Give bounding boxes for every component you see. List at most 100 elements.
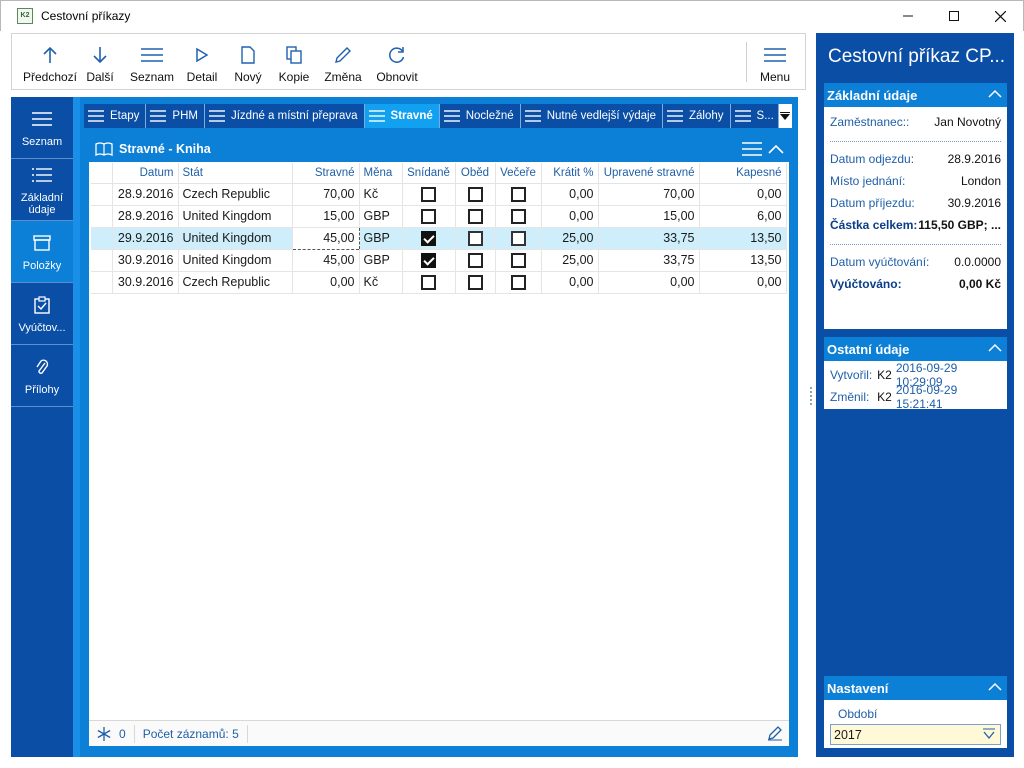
- tab-zalohy[interactable]: Zálohy: [663, 104, 731, 128]
- nav-item-items[interactable]: Položky: [11, 221, 73, 283]
- cell-mena[interactable]: GBP: [359, 227, 403, 250]
- cell-snidane[interactable]: [402, 271, 456, 294]
- cell-upravene[interactable]: 33,75: [598, 227, 700, 250]
- panel-splitter[interactable]: [806, 97, 816, 757]
- cell-vecere[interactable]: [495, 227, 542, 250]
- cell-stat[interactable]: Czech Republic: [178, 183, 293, 206]
- detail-button[interactable]: Detail: [183, 34, 221, 89]
- chevron-up-icon[interactable]: [987, 87, 1003, 101]
- cell-stat[interactable]: Czech Republic: [178, 271, 293, 294]
- column-header-snidane[interactable]: Snídaně: [402, 163, 456, 184]
- table-row[interactable]: 28.9.2016 United Kingdom 15,00 GBP 0,00 …: [91, 205, 787, 228]
- cell-snidane[interactable]: [402, 227, 456, 250]
- copy-button[interactable]: Kopie: [275, 34, 313, 89]
- panel-menu-button[interactable]: [741, 138, 763, 160]
- column-header-stat[interactable]: Stát: [178, 163, 293, 184]
- previous-button[interactable]: Předchozí: [23, 34, 77, 89]
- tab-etapy[interactable]: Etapy: [84, 104, 147, 128]
- row-indicator[interactable]: [91, 249, 113, 272]
- cell-obed[interactable]: [455, 227, 496, 250]
- cell-datum[interactable]: 28.9.2016: [112, 183, 179, 206]
- filter-indicator[interactable]: 0: [89, 724, 135, 743]
- maximize-button[interactable]: [931, 1, 977, 31]
- cell-kratit[interactable]: 25,00: [541, 249, 599, 272]
- cell-kratit[interactable]: 0,00: [541, 271, 599, 294]
- cell-snidane[interactable]: [402, 205, 456, 228]
- column-header-stravne[interactable]: Stravné: [292, 163, 360, 184]
- cell-datum[interactable]: 28.9.2016: [112, 205, 179, 228]
- cell-upravene[interactable]: 15,00: [598, 205, 700, 228]
- nav-item-settlement[interactable]: Vyúčtov...: [11, 283, 73, 345]
- cell-stravne[interactable]: 45,00: [292, 249, 360, 272]
- cell-stravne[interactable]: 0,00: [292, 271, 360, 294]
- table-row-selected[interactable]: 29.9.2016 United Kingdom 45,00 GBP 25,00…: [91, 226, 787, 250]
- tab-stravne[interactable]: Stravné: [364, 104, 440, 128]
- column-header-kapesne[interactable]: Kapesné: [699, 163, 787, 184]
- next-button[interactable]: Další: [79, 34, 121, 89]
- cell-datum[interactable]: 30.9.2016: [112, 271, 179, 294]
- tab-vedlejsi-vydaje[interactable]: Nutné vedlejší výdaje: [520, 104, 663, 128]
- dinner-checkbox[interactable]: [510, 274, 526, 290]
- cell-stravne[interactable]: 15,00: [292, 205, 360, 228]
- chevron-down-icon[interactable]: [982, 728, 996, 740]
- list-button[interactable]: Seznam: [129, 34, 175, 89]
- cell-kapesne[interactable]: 13,50: [699, 227, 787, 250]
- dinner-checkbox[interactable]: [510, 208, 526, 224]
- cell-upravene[interactable]: 0,00: [598, 271, 700, 294]
- tabs-overflow-button[interactable]: [778, 104, 792, 128]
- close-button[interactable]: [977, 1, 1023, 31]
- column-header-kratit[interactable]: Krátit %: [541, 163, 599, 184]
- splitter-grip[interactable]: [810, 387, 812, 407]
- nav-item-attachments[interactable]: Přílohy: [11, 345, 73, 407]
- cell-stat[interactable]: United Kingdom: [178, 205, 293, 228]
- row-indicator[interactable]: [91, 205, 113, 228]
- lunch-checkbox[interactable]: [467, 208, 483, 224]
- column-header-vecere[interactable]: Večeře: [495, 163, 542, 184]
- tab-nocležne[interactable]: Nocležné: [439, 104, 521, 128]
- refresh-button[interactable]: Obnovit: [373, 34, 421, 89]
- cell-vecere[interactable]: [495, 271, 542, 294]
- cell-obed[interactable]: [455, 271, 496, 294]
- minimize-button[interactable]: [885, 1, 931, 31]
- cell-mena[interactable]: Kč: [359, 183, 403, 206]
- period-select[interactable]: 2017: [830, 724, 1001, 745]
- lunch-checkbox[interactable]: [467, 274, 483, 290]
- cell-obed[interactable]: [455, 249, 496, 272]
- tab-phm[interactable]: PHM: [146, 104, 205, 128]
- cell-mena[interactable]: GBP: [359, 249, 403, 272]
- table-row[interactable]: 28.9.2016 Czech Republic 70,00 Kč 0,00 7…: [91, 183, 787, 206]
- cell-vecere[interactable]: [495, 249, 542, 272]
- menu-button[interactable]: Menu: [756, 34, 794, 89]
- edit-button[interactable]: Změna: [321, 34, 365, 89]
- cell-mena[interactable]: Kč: [359, 271, 403, 294]
- cell-upravene[interactable]: 33,75: [598, 249, 700, 272]
- row-indicator[interactable]: [91, 227, 113, 250]
- breakfast-checkbox[interactable]: [421, 186, 436, 202]
- cell-snidane[interactable]: [402, 183, 456, 206]
- cell-obed[interactable]: [455, 183, 496, 206]
- cell-upravene[interactable]: 70,00: [598, 183, 700, 206]
- new-button[interactable]: Nový: [231, 34, 265, 89]
- cell-kratit[interactable]: 0,00: [541, 205, 599, 228]
- lunch-checkbox[interactable]: [467, 230, 483, 246]
- nav-item-basic-data[interactable]: Základní údaje: [11, 159, 73, 221]
- cell-kapesne[interactable]: 6,00: [699, 205, 787, 228]
- cell-kapesne[interactable]: 0,00: [699, 271, 787, 294]
- table-row[interactable]: 30.9.2016 United Kingdom 45,00 GBP 25,00…: [91, 249, 787, 272]
- lunch-checkbox[interactable]: [467, 252, 483, 268]
- dinner-checkbox[interactable]: [510, 230, 526, 246]
- cell-kratit[interactable]: 0,00: [541, 183, 599, 206]
- row-indicator[interactable]: [91, 183, 113, 206]
- cell-snidane[interactable]: [402, 249, 456, 272]
- column-header-obed[interactable]: Oběd: [455, 163, 496, 184]
- cell-obed[interactable]: [455, 205, 496, 228]
- breakfast-checkbox[interactable]: [421, 208, 436, 224]
- cell-mena[interactable]: GBP: [359, 205, 403, 228]
- column-header-datum[interactable]: Datum: [112, 163, 179, 184]
- cell-kapesne[interactable]: 13,50: [699, 249, 787, 272]
- dinner-checkbox[interactable]: [510, 186, 526, 202]
- cell-kapesne[interactable]: 0,00: [699, 183, 787, 206]
- edit-note-button[interactable]: [767, 725, 783, 744]
- tab-more[interactable]: S...: [730, 104, 779, 128]
- column-header-mena[interactable]: Měna: [359, 163, 403, 184]
